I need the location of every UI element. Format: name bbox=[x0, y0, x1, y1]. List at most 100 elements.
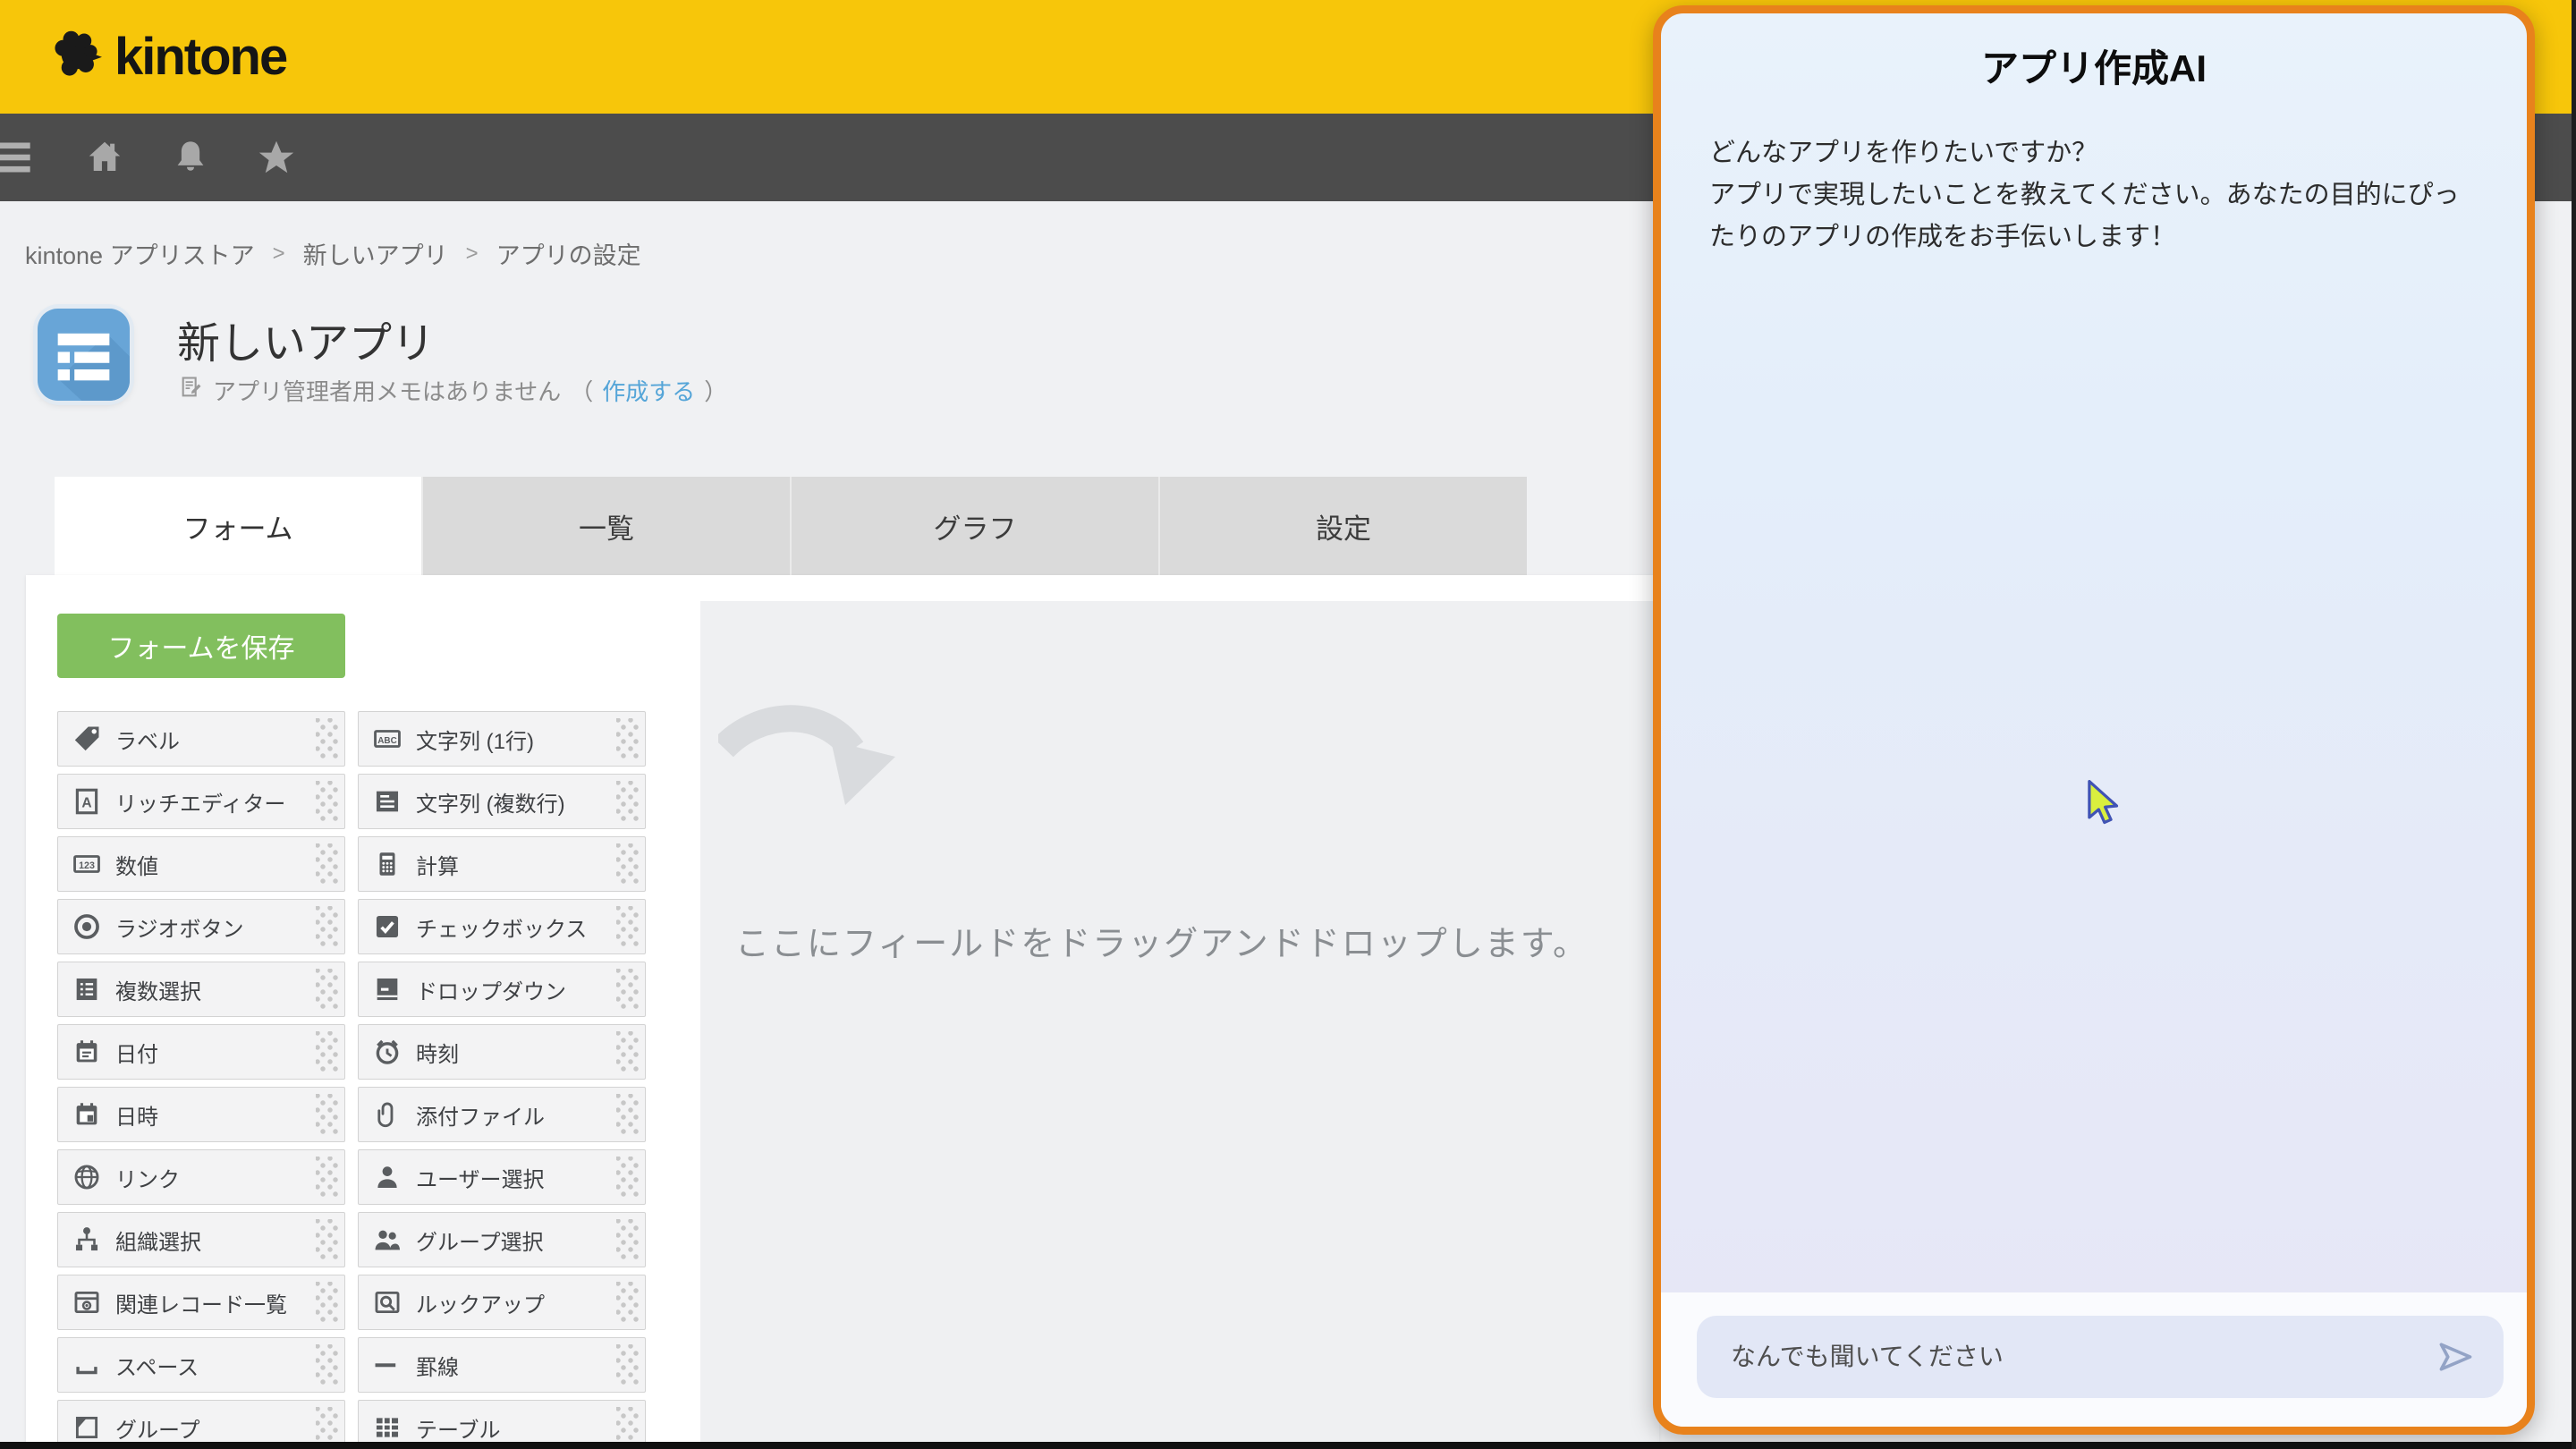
field-palette: ラベルABC文字列 (1行)Aリッチエディター文字列 (複数行)123数値 計算ラ… bbox=[57, 711, 646, 1442]
breadcrumb-item[interactable]: 新しいアプリ bbox=[303, 236, 448, 271]
field-item-label: 時刻 bbox=[416, 1037, 459, 1068]
tab-一覧[interactable]: 一覧 bbox=[421, 477, 790, 575]
drag-handle-icon[interactable] bbox=[616, 1407, 640, 1442]
field-item-number[interactable]: 123数値 bbox=[57, 836, 345, 892]
field-item-label: 日付 bbox=[115, 1037, 158, 1068]
field-item-hr[interactable]: 罫線 bbox=[358, 1337, 646, 1393]
tab-設定[interactable]: 設定 bbox=[1158, 477, 1527, 575]
field-item-time[interactable]: 時刻 bbox=[358, 1024, 646, 1080]
form-drop-zone[interactable]: ここにフィールドをドラッグアンドドロップします。 bbox=[700, 601, 1659, 1442]
kintone-logo[interactable]: kintone bbox=[50, 0, 286, 114]
field-item-checkbox[interactable]: チェックボックス bbox=[358, 899, 646, 954]
ai-message-line: どんなアプリを作りたいですか？ bbox=[1709, 132, 2484, 174]
field-item-label: テーブル bbox=[416, 1412, 501, 1443]
field-item-related-records[interactable]: 関連レコード一覧 bbox=[57, 1275, 345, 1330]
page-title: 新しいアプリ bbox=[177, 308, 435, 370]
ai-input-box[interactable] bbox=[1697, 1316, 2504, 1398]
field-item-date[interactable]: 日付 bbox=[57, 1024, 345, 1080]
field-item-label: 日時 bbox=[115, 1099, 158, 1131]
ai-message-line: アプリで実現したいことを教えてください。あなたの目的にぴったりのアプリの作成をお… bbox=[1709, 174, 2484, 258]
drag-handle-icon[interactable] bbox=[316, 969, 339, 1010]
field-item-label: ラジオボタン bbox=[115, 911, 244, 943]
field-item-org-select[interactable]: 組織選択 bbox=[57, 1212, 345, 1267]
field-item-link[interactable]: リンク bbox=[57, 1149, 345, 1205]
svg-text:A: A bbox=[81, 796, 91, 811]
notifications-icon[interactable] bbox=[168, 135, 213, 180]
calc-icon bbox=[371, 848, 403, 880]
window-bottom-edge bbox=[0, 1442, 2576, 1449]
memo-text: アプリ管理者用メモはありません bbox=[213, 374, 561, 407]
field-item-calc[interactable]: 計算 bbox=[358, 836, 646, 892]
save-form-button[interactable]: フォームを保存 bbox=[57, 614, 345, 678]
hr-icon bbox=[371, 1349, 403, 1381]
drag-handle-icon[interactable] bbox=[316, 1157, 339, 1198]
org-select-icon bbox=[71, 1224, 103, 1256]
drag-handle-icon[interactable] bbox=[316, 1407, 339, 1442]
memo-create-link[interactable]: 作成する bbox=[602, 374, 695, 407]
radio-icon bbox=[71, 911, 103, 943]
menu-icon[interactable] bbox=[0, 135, 39, 180]
dropdown-icon bbox=[371, 973, 403, 1005]
drag-handle-icon[interactable] bbox=[316, 781, 339, 822]
drag-handle-icon[interactable] bbox=[616, 781, 640, 822]
drag-handle-icon[interactable] bbox=[316, 843, 339, 885]
date-icon bbox=[71, 1036, 103, 1068]
breadcrumb-item[interactable]: アプリの設定 bbox=[496, 236, 641, 271]
home-icon[interactable] bbox=[82, 135, 127, 180]
drop-hint-text: ここにフィールドをドラッグアンドドロップします。 bbox=[700, 916, 1623, 965]
field-item-text-single[interactable]: ABC文字列 (1行) bbox=[358, 711, 646, 767]
field-item-radio[interactable]: ラジオボタン bbox=[57, 899, 345, 954]
drag-handle-icon[interactable] bbox=[616, 1344, 640, 1385]
field-item-label: 文字列 (1行) bbox=[416, 724, 534, 755]
field-item-group[interactable]: グループ bbox=[57, 1400, 345, 1442]
field-item-table[interactable]: テーブル bbox=[358, 1400, 646, 1442]
memo-paren-open: （ bbox=[570, 374, 593, 407]
drag-handle-icon[interactable] bbox=[316, 906, 339, 947]
drag-handle-icon[interactable] bbox=[316, 1219, 339, 1260]
field-item-datetime[interactable]: 日時 bbox=[57, 1087, 345, 1142]
field-item-group-select[interactable]: グループ選択 bbox=[358, 1212, 646, 1267]
field-item-rich-editor[interactable]: Aリッチエディター bbox=[57, 774, 345, 829]
attachment-icon bbox=[371, 1098, 403, 1131]
multi-select-icon bbox=[71, 973, 103, 1005]
drop-hint-arrow-icon bbox=[718, 705, 906, 879]
field-item-tag[interactable]: ラベル bbox=[57, 711, 345, 767]
memo-paren-close: ） bbox=[704, 374, 727, 407]
field-item-lookup[interactable]: ルックアップ bbox=[358, 1275, 646, 1330]
rich-editor-icon: A bbox=[71, 785, 103, 818]
lookup-icon bbox=[371, 1286, 403, 1318]
send-icon[interactable] bbox=[2432, 1334, 2479, 1380]
drag-handle-icon[interactable] bbox=[616, 1157, 640, 1198]
field-item-user-select[interactable]: ユーザー選択 bbox=[358, 1149, 646, 1205]
drag-handle-icon[interactable] bbox=[316, 1031, 339, 1072]
drag-handle-icon[interactable] bbox=[316, 718, 339, 759]
ai-message: どんなアプリを作りたいですか？アプリで実現したいことを教えてください。あなたの目… bbox=[1709, 132, 2484, 258]
drag-handle-icon[interactable] bbox=[316, 1344, 339, 1385]
favorites-icon[interactable] bbox=[254, 135, 299, 180]
ai-input-field[interactable] bbox=[1729, 1342, 2423, 1372]
field-item-text-multi[interactable]: 文字列 (複数行) bbox=[358, 774, 646, 829]
text-multi-icon bbox=[371, 785, 403, 818]
drag-handle-icon[interactable] bbox=[616, 843, 640, 885]
drag-handle-icon[interactable] bbox=[616, 1219, 640, 1260]
field-item-attachment[interactable]: 添付ファイル bbox=[358, 1087, 646, 1142]
drag-handle-icon[interactable] bbox=[616, 1094, 640, 1135]
drag-handle-icon[interactable] bbox=[616, 1031, 640, 1072]
tab-フォーム[interactable]: フォーム bbox=[55, 477, 421, 575]
drag-handle-icon[interactable] bbox=[616, 718, 640, 759]
app-creation-ai-panel: アプリ作成AI どんなアプリを作りたいですか？アプリで実現したいことを教えてくだ… bbox=[1653, 5, 2535, 1435]
drag-handle-icon[interactable] bbox=[316, 1282, 339, 1323]
field-item-space[interactable]: スペース bbox=[57, 1337, 345, 1393]
field-item-label: 数値 bbox=[115, 849, 158, 880]
field-item-label: 計算 bbox=[416, 849, 459, 880]
field-item-multi-select[interactable]: 複数選択 bbox=[57, 962, 345, 1017]
related-records-icon bbox=[71, 1286, 103, 1318]
drag-handle-icon[interactable] bbox=[616, 969, 640, 1010]
field-item-label: チェックボックス bbox=[416, 911, 587, 943]
drag-handle-icon[interactable] bbox=[616, 906, 640, 947]
field-item-dropdown[interactable]: ドロップダウン bbox=[358, 962, 646, 1017]
breadcrumb-item[interactable]: kintone アプリストア bbox=[25, 236, 255, 271]
drag-handle-icon[interactable] bbox=[616, 1282, 640, 1323]
tab-グラフ[interactable]: グラフ bbox=[790, 477, 1158, 575]
drag-handle-icon[interactable] bbox=[316, 1094, 339, 1135]
